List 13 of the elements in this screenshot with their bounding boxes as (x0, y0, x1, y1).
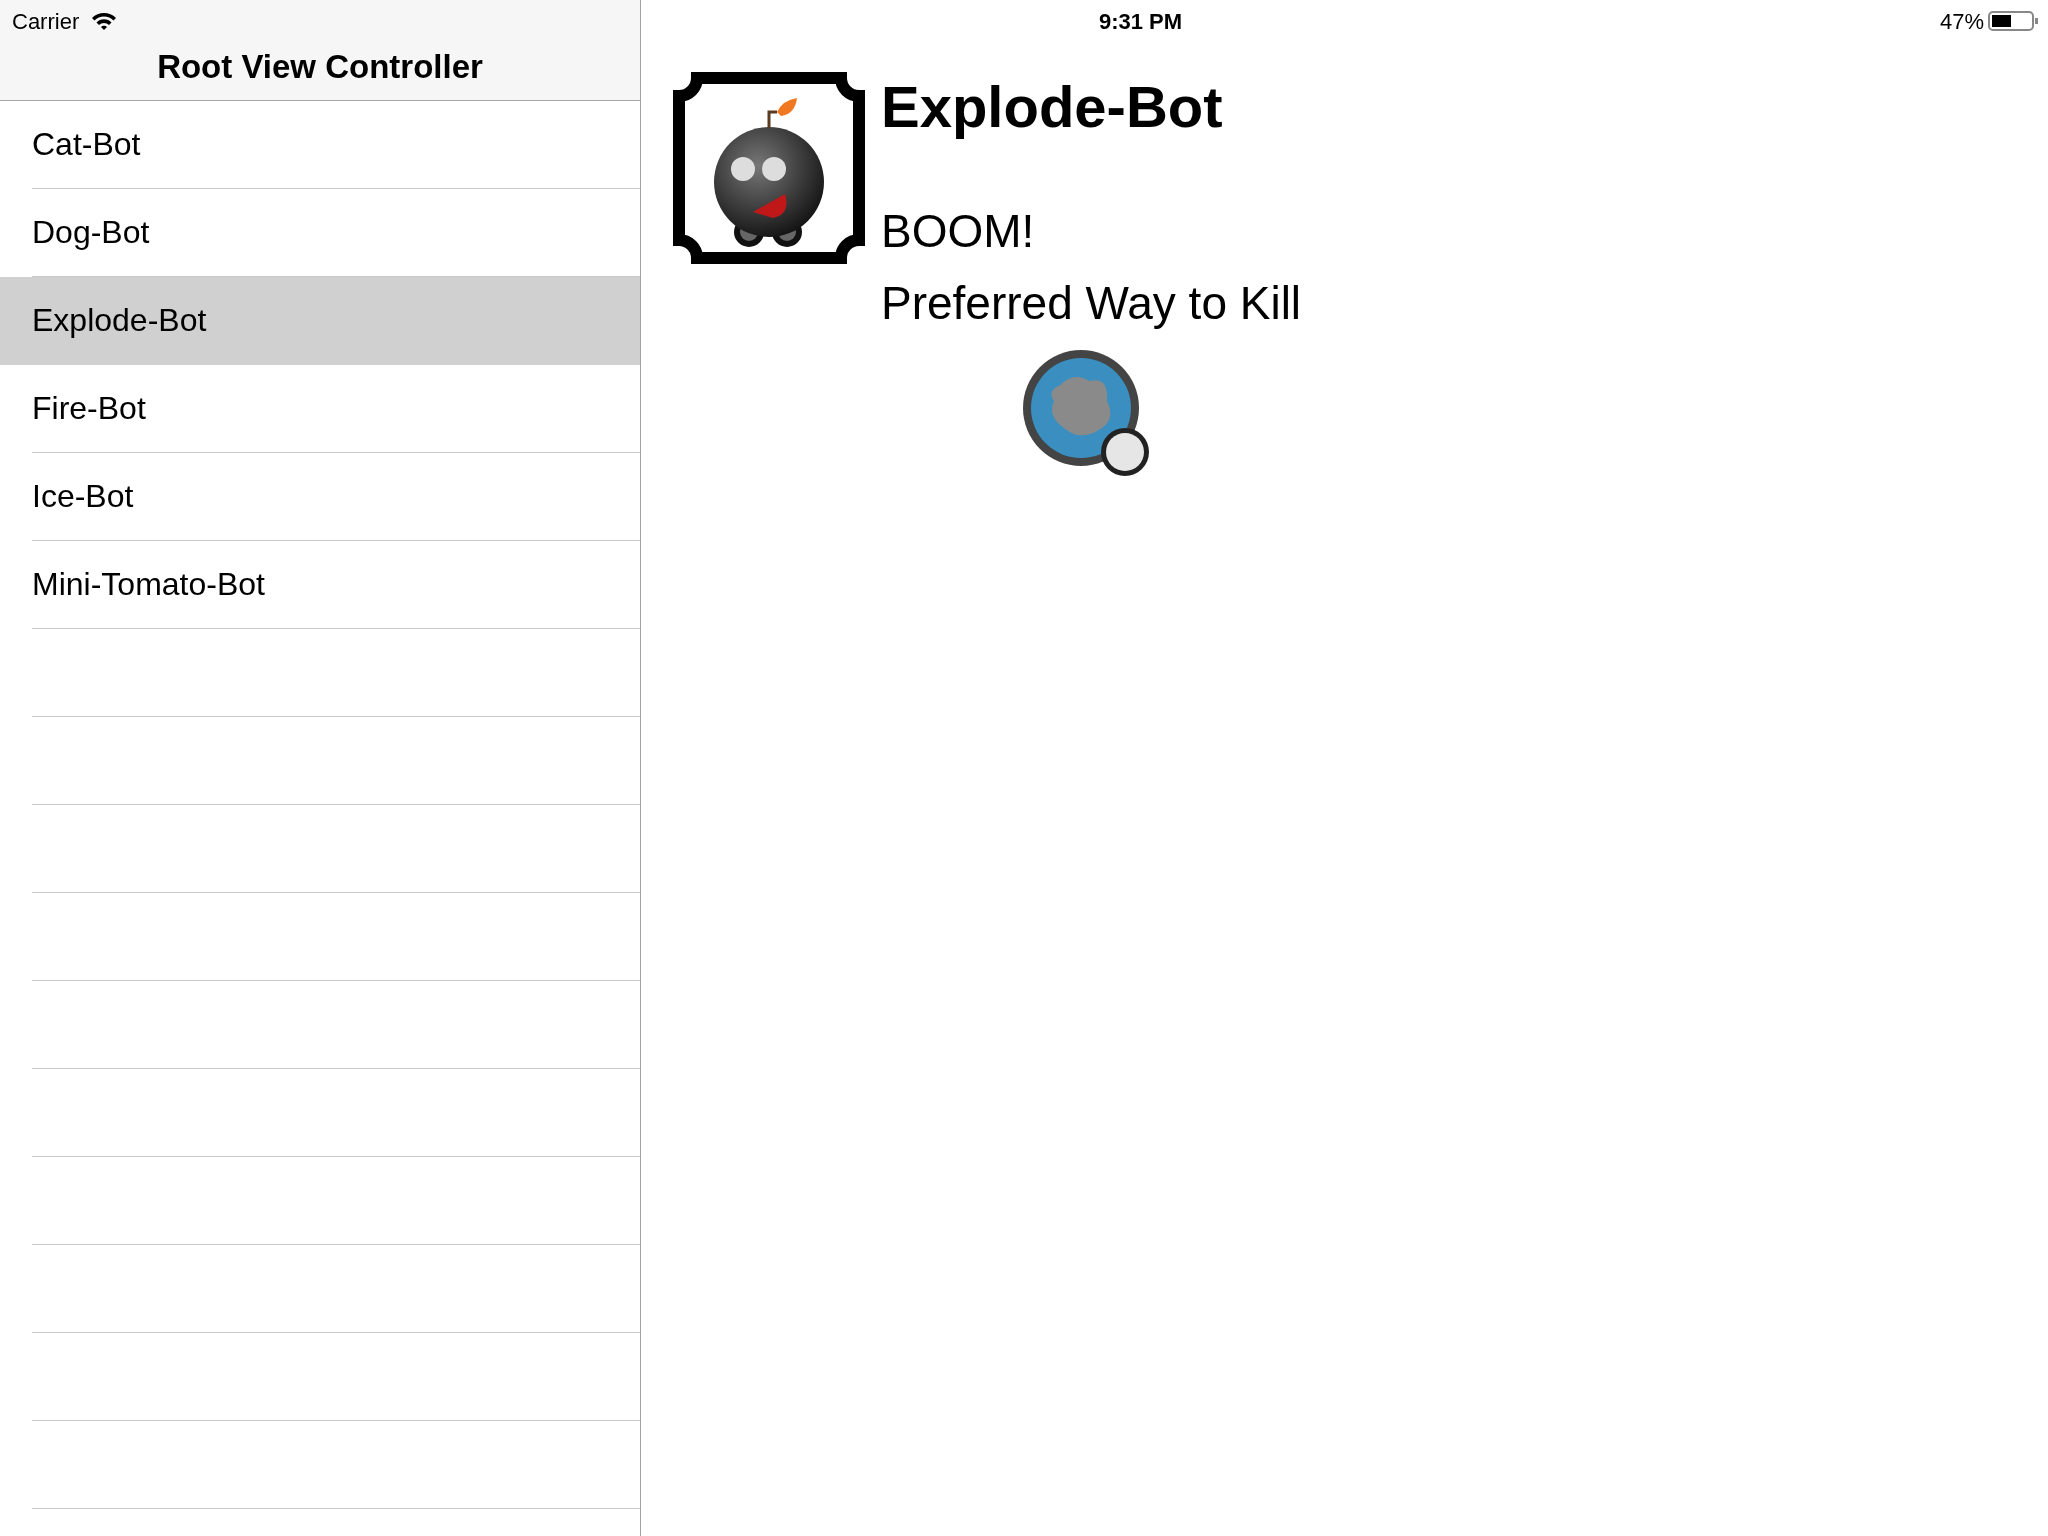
list-item[interactable]: Dog-Bot (0, 188, 640, 276)
list-item[interactable]: Cat-Bot (0, 100, 640, 188)
list-item[interactable]: Ice-Bot (0, 452, 640, 540)
status-time: 9:31 PM (1098, 7, 1183, 36)
battery-percent: 47% (1939, 7, 1984, 36)
list-item[interactable]: Mini-Tomato-Bot (0, 540, 640, 628)
navigation-title: Root View Controller (157, 47, 483, 87)
list-item[interactable]: Fire-Bot (0, 364, 640, 452)
carrier-label: Carrier (12, 7, 80, 36)
wifi-icon (91, 11, 118, 31)
battery-icon (1988, 10, 2040, 32)
catchphrase-text: BOOM! (881, 208, 1036, 254)
list-item[interactable]: Explode-Bot (0, 276, 640, 364)
